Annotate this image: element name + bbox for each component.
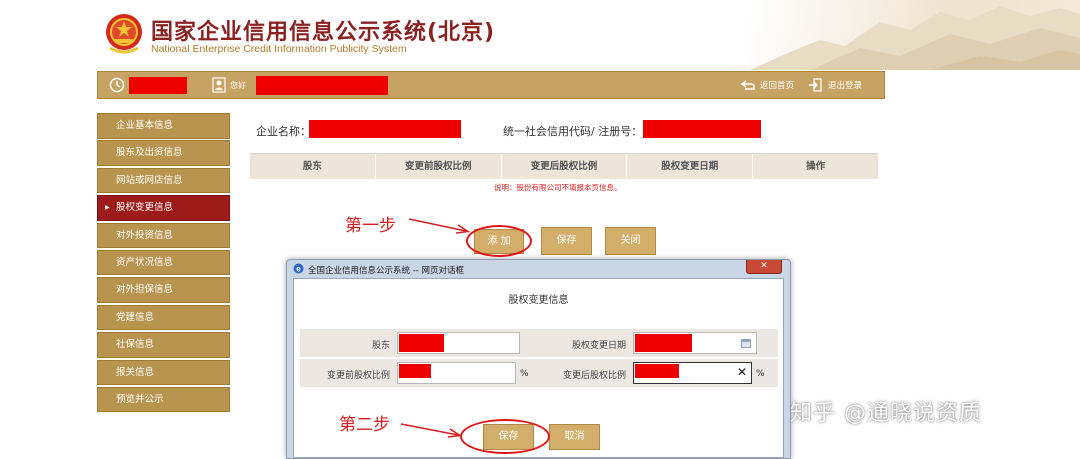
dialog-close-button[interactable]: ✕ (746, 260, 782, 274)
after-ratio-percent: % (756, 369, 765, 379)
sidebar-item[interactable]: 预览并公示 (97, 386, 230, 413)
header-mountain-decoration (750, 0, 1080, 70)
sidebar-item[interactable]: 网站或网店信息 (97, 167, 230, 194)
redacted-username (256, 76, 388, 95)
sidebar-item[interactable]: 对外担保信息 (97, 277, 230, 303)
note-text: 说明：股份有限公司不填报本页信息。 (494, 183, 622, 192)
svg-text:e: e (296, 265, 301, 274)
change-date-input[interactable] (633, 332, 757, 354)
redacted-change-date-value (635, 334, 692, 352)
change-date-label: 股权变更日期 (571, 341, 626, 351)
calendar-icon[interactable] (741, 339, 751, 348)
site-header: 国家企业信用信息公示系统(北京) National Enterprise Cre… (0, 0, 1080, 70)
system-title: 国家企业信用信息公示系统(北京) (151, 20, 496, 45)
step-one-arrow-icon (408, 218, 470, 234)
sidebar-item[interactable]: 社保信息 (97, 332, 230, 358)
credit-code-label: 统一社会信用代码/ 注册号： (503, 125, 643, 138)
return-home-icon[interactable] (741, 78, 755, 92)
logout-link[interactable]: 退出登录 (828, 79, 862, 91)
clear-input-icon[interactable]: ✕ (737, 365, 747, 379)
company-name-label: 企业名称： (256, 125, 311, 138)
redacted-date (129, 77, 187, 94)
shareholder-input[interactable] (397, 332, 520, 354)
step-two-highlight (460, 419, 550, 454)
column-after-ratio: 变更后股权比例 (502, 154, 628, 179)
column-shareholder: 股东 (250, 154, 376, 179)
column-before-ratio: 变更前股权比例 (376, 154, 502, 179)
dialog-cancel-button[interactable]: 取消 (549, 424, 600, 450)
sidebar-item[interactable]: 股权变更信息 (97, 195, 230, 221)
top-bar: 您好 返回首页 退出登录 (97, 71, 885, 99)
redacted-company-name (309, 120, 461, 138)
user-icon (212, 77, 226, 93)
sidebar-item[interactable]: 企业基本信息 (97, 113, 230, 139)
column-change-date: 股权变更日期 (627, 154, 754, 179)
sidebar-item[interactable]: 党建信息 (97, 304, 230, 331)
before-ratio-input[interactable] (397, 362, 516, 384)
column-operation: 操作 (806, 161, 826, 172)
before-ratio-percent: % (520, 369, 529, 379)
dialog-title: 全国企业信用信息公示系统 -- 网页对话框 (308, 266, 465, 276)
dialog-titlebar: e 全国企业信用信息公示系统 -- 网页对话框 ✕ (287, 260, 790, 278)
clock-icon (109, 77, 125, 93)
zhihu-watermark: 知乎 @通晓说资质 (790, 401, 982, 426)
browser-e-icon: e (293, 263, 304, 274)
after-ratio-input[interactable]: ✕ (633, 362, 752, 384)
logout-icon[interactable] (808, 78, 822, 92)
sidebar-item[interactable]: 对外投资信息 (97, 222, 230, 249)
return-home-link[interactable]: 返回首页 (760, 79, 794, 91)
after-ratio-label: 变更后股权比例 (562, 371, 626, 381)
step-two-annotation: 第二步 (339, 415, 390, 435)
redacted-after-ratio-value (635, 364, 679, 378)
sidebar-item[interactable]: 报关信息 (97, 359, 230, 386)
sidebar-item[interactable]: 资产状况信息 (97, 249, 230, 276)
greeting-label: 您好 (230, 81, 246, 90)
redacted-before-ratio-value (399, 364, 431, 378)
national-emblem-icon (106, 14, 142, 54)
sidebar-nav: 企业基本信息股东及出资信息网站或网店信息股权变更信息对外投资信息资产状况信息对外… (97, 113, 230, 414)
equity-table-header: 股东 变更前股权比例 变更后股权比例 股权变更日期 操作 (250, 153, 878, 179)
redacted-credit-code (643, 120, 761, 138)
step-one-highlight (466, 225, 532, 257)
step-two-arrow-icon (400, 423, 462, 438)
shareholder-label: 股东 (371, 341, 390, 351)
dialog-row-2: 变更前股权比例 % 变更后股权比例 ✕ % (300, 359, 778, 387)
redacted-shareholder-value (399, 334, 444, 352)
before-ratio-label: 变更前股权比例 (326, 371, 390, 381)
step-one-annotation: 第一步 (345, 216, 396, 236)
sidebar-item[interactable]: 股东及出资信息 (97, 140, 230, 166)
close-button[interactable]: 关闭 (605, 227, 656, 255)
dialog-heading: 股权变更信息 (508, 295, 569, 306)
dialog-row-1: 股东 股权变更日期 (300, 329, 778, 357)
save-button[interactable]: 保存 (541, 227, 592, 255)
system-subtitle: National Enterprise Credit Information P… (151, 43, 407, 55)
